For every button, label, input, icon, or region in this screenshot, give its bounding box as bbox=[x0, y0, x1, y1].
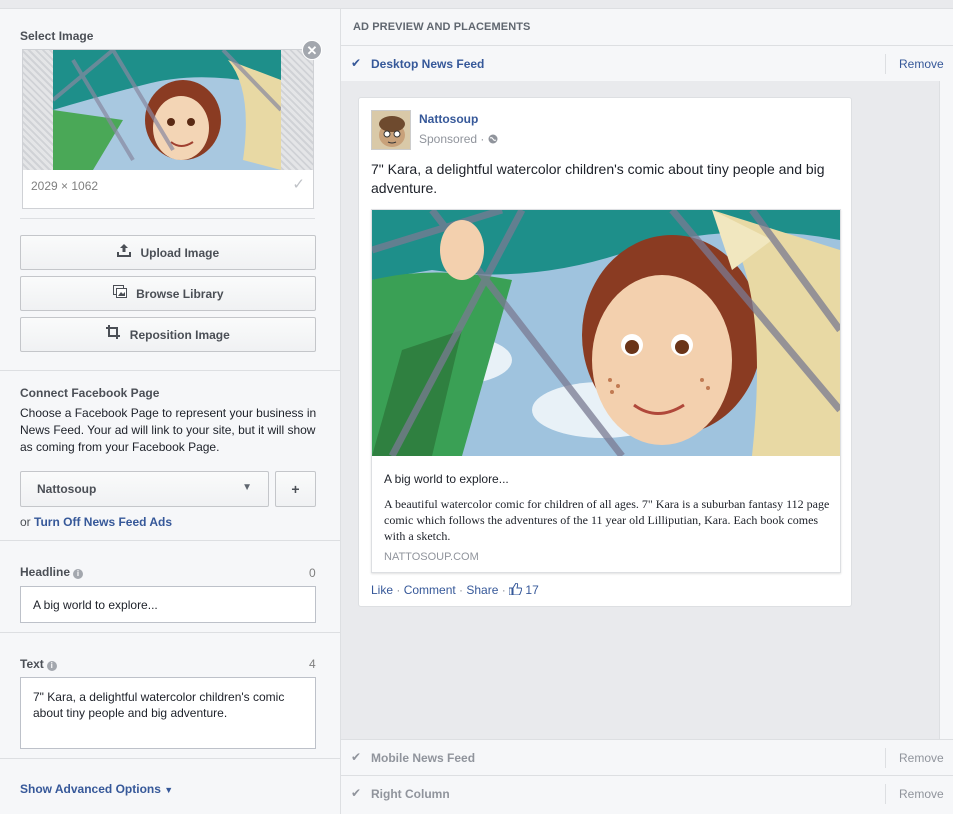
post-text: 7" Kara, a delightful watercolor childre… bbox=[371, 161, 825, 196]
page-avatar[interactable] bbox=[371, 110, 411, 150]
show-advanced-options-link[interactable]: Show Advanced Options ▼ bbox=[20, 782, 173, 796]
turn-off-news-feed-link[interactable]: Turn Off News Feed Ads bbox=[34, 515, 172, 529]
check-icon: ✔ bbox=[351, 750, 362, 764]
preview-scrollbar[interactable] bbox=[939, 81, 953, 739]
library-icon bbox=[112, 285, 131, 301]
reposition-image-button[interactable]: Reposition Image bbox=[20, 317, 316, 352]
divider bbox=[0, 758, 340, 759]
advanced-options-label: Show Advanced Options bbox=[20, 782, 161, 796]
caret-down-icon: ▼ bbox=[242, 482, 252, 493]
divider bbox=[0, 370, 340, 371]
share-link[interactable]: Share bbox=[466, 583, 498, 597]
check-icon: ✔ bbox=[351, 56, 362, 70]
placement-right-column[interactable]: ✔ Right Column Remove bbox=[341, 775, 953, 811]
link-description: A beautiful watercolor comic for childre… bbox=[384, 497, 830, 543]
connect-page-title: Connect Facebook Page bbox=[20, 386, 160, 400]
divider bbox=[885, 784, 886, 804]
check-icon: ✓ bbox=[292, 176, 305, 193]
headline-title: Headline i bbox=[20, 565, 84, 579]
placement-label: Mobile News Feed bbox=[371, 751, 476, 765]
remove-placement-button[interactable]: Remove bbox=[899, 751, 944, 765]
check-icon: ✔ bbox=[351, 786, 362, 800]
close-icon[interactable]: ✕ bbox=[302, 40, 322, 60]
like-link[interactable]: Like bbox=[371, 583, 393, 597]
remove-placement-button[interactable]: Remove bbox=[899, 787, 944, 801]
selected-image-thumbnail bbox=[53, 50, 281, 170]
headline-char-count: 0 bbox=[309, 566, 316, 580]
divider bbox=[0, 540, 340, 541]
turn-off-newsfeed-row: or Turn Off News Feed Ads bbox=[20, 515, 172, 529]
preview-area: Nattosoup Sponsored · 7" Kara, a delight… bbox=[341, 81, 939, 739]
crop-icon bbox=[106, 325, 124, 342]
browse-library-label: Browse Library bbox=[136, 287, 224, 301]
like-count: 17 bbox=[525, 583, 539, 597]
text-label: Text bbox=[20, 657, 44, 671]
divider bbox=[0, 632, 340, 633]
placement-label: Right Column bbox=[371, 787, 450, 801]
browse-library-button[interactable]: Browse Library bbox=[20, 276, 316, 311]
headline-input[interactable]: A big world to explore... bbox=[20, 586, 316, 623]
text-char-count: 4 bbox=[309, 657, 316, 671]
divider bbox=[885, 54, 886, 74]
upload-image-button[interactable]: Upload Image bbox=[20, 235, 316, 270]
post-actions: Like · Comment · Share · 17 bbox=[371, 582, 539, 597]
facebook-page-select[interactable]: Nattosoup ▼ bbox=[20, 471, 269, 507]
ad-text-input[interactable]: 7" Kara, a delightful watercolor childre… bbox=[20, 677, 316, 749]
ad-preview-panel: AD PREVIEW AND PLACEMENTS ✔ Desktop News… bbox=[341, 8, 953, 814]
caret-down-icon: ▼ bbox=[164, 785, 174, 795]
link-image bbox=[372, 210, 840, 456]
globe-icon bbox=[488, 132, 498, 146]
comment-link[interactable]: Comment bbox=[404, 583, 456, 597]
select-image-title: Select Image bbox=[20, 29, 94, 43]
remove-placement-button[interactable]: Remove bbox=[899, 57, 944, 71]
comic-artwork bbox=[372, 210, 840, 456]
placement-label: Desktop News Feed bbox=[371, 57, 485, 71]
selected-page-value: Nattosoup bbox=[37, 482, 97, 496]
placement-mobile-news-feed[interactable]: ✔ Mobile News Feed Remove bbox=[341, 739, 953, 775]
link-title: A big world to explore... bbox=[384, 472, 509, 486]
upload-icon bbox=[116, 244, 135, 260]
news-feed-post: Nattosoup Sponsored · 7" Kara, a delight… bbox=[358, 97, 852, 607]
placement-desktop-news-feed[interactable]: ✔ Desktop News Feed Remove bbox=[341, 45, 953, 81]
divider bbox=[885, 748, 886, 768]
upload-image-label: Upload Image bbox=[140, 246, 220, 260]
text-title: Text i bbox=[20, 657, 57, 671]
thumbs-up-icon bbox=[508, 582, 523, 597]
post-page-name[interactable]: Nattosoup bbox=[419, 112, 478, 126]
image-dimensions: 2029 × 1062 bbox=[31, 179, 99, 193]
info-icon[interactable]: i bbox=[46, 661, 57, 671]
comic-artwork-thumbnail bbox=[53, 50, 281, 170]
selected-image-card[interactable]: 2029 × 1062 ✓ bbox=[22, 49, 314, 209]
add-page-button[interactable]: + bbox=[275, 471, 316, 507]
turn-off-prefix: or bbox=[20, 515, 31, 529]
link-attachment[interactable]: A big world to explore... A beautiful wa… bbox=[371, 209, 841, 573]
sponsored-label: Sponsored · bbox=[419, 132, 498, 146]
headline-label: Headline bbox=[20, 565, 71, 579]
ad-creative-panel: Select Image 2029 × 1062 ✓ ✕ Upload Imag… bbox=[0, 8, 341, 814]
divider bbox=[20, 218, 315, 219]
sponsored-text: Sponsored bbox=[419, 132, 478, 146]
reposition-image-label: Reposition Image bbox=[129, 328, 230, 342]
link-domain: NATTOSOUP.COM bbox=[384, 551, 479, 563]
connect-page-description: Choose a Facebook Page to represent your… bbox=[20, 406, 317, 454]
preview-header: AD PREVIEW AND PLACEMENTS bbox=[353, 21, 531, 33]
info-icon[interactable]: i bbox=[73, 569, 84, 579]
